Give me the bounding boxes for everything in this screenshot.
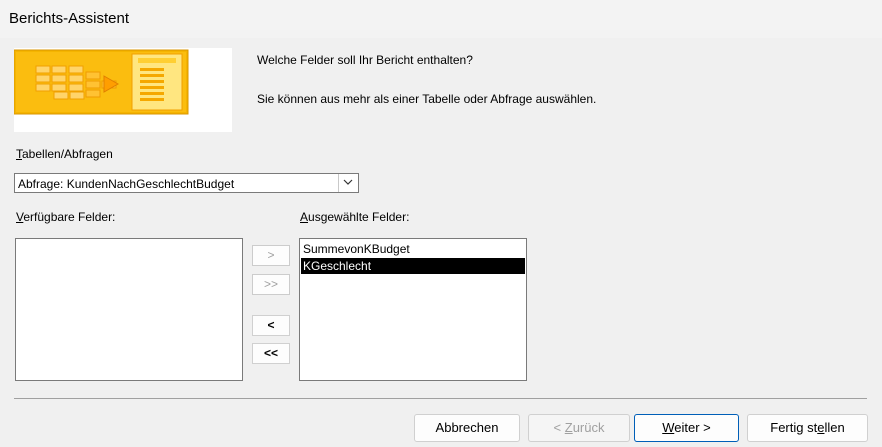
selected-label-text: usgewählte Felder: [308,210,410,224]
source-label: Tabellen/Abfragen [16,147,113,161]
window-title: Berichts-Assistent [9,10,130,27]
next-button-accesskey: W [662,420,675,435]
selected-label-accesskey: A [300,210,309,224]
available-label-text: erfügbare Felder: [23,210,116,224]
remove-field-button[interactable]: < [252,315,290,336]
selected-fields-label: Ausgewählte Felder: [300,210,409,224]
finish-button-text-end: llen [824,420,845,435]
back-button-prefix: < [553,420,565,435]
wizard-banner-image [14,48,232,132]
next-button-text: eiter > [674,420,711,435]
add-all-fields-button[interactable]: >> [252,274,290,295]
list-item-selected[interactable]: KGeschlecht [301,258,525,274]
wizard-hint: Sie können aus mehr als einer Tabelle od… [257,92,597,106]
back-button[interactable]: < Zurück [528,414,630,442]
next-button[interactable]: Weiter > [634,414,739,442]
chevron-down-icon[interactable] [338,174,358,192]
source-label-text: abellen/Abfragen [22,147,113,161]
back-button-accesskey: Z [564,420,573,435]
list-item[interactable]: SummevonKBudget [301,241,525,257]
available-fields-label: Verfügbare Felder: [16,210,115,224]
source-dropdown[interactable]: Abfrage: KundenNachGeschlechtBudget [14,173,359,193]
title-bar[interactable]: Berichts-Assistent [0,0,882,38]
add-field-button[interactable]: > [252,245,290,266]
selected-fields-list[interactable]: SummevonKBudget KGeschlecht [299,238,527,381]
back-button-text: urück [572,420,605,435]
wizard-question: Welche Felder soll Ihr Bericht enthalten… [257,53,473,67]
cancel-button[interactable]: Abbrechen [414,414,520,442]
source-dropdown-value: Abfrage: KundenNachGeschlechtBudget [18,177,235,191]
report-wizard-illustration-icon [14,49,189,115]
finish-button-text-start: Fertig st [770,420,818,435]
finish-button[interactable]: Fertig stellen [747,414,868,442]
footer-divider [14,398,867,399]
remove-all-fields-button[interactable]: << [252,343,290,364]
available-fields-list[interactable] [15,238,243,381]
